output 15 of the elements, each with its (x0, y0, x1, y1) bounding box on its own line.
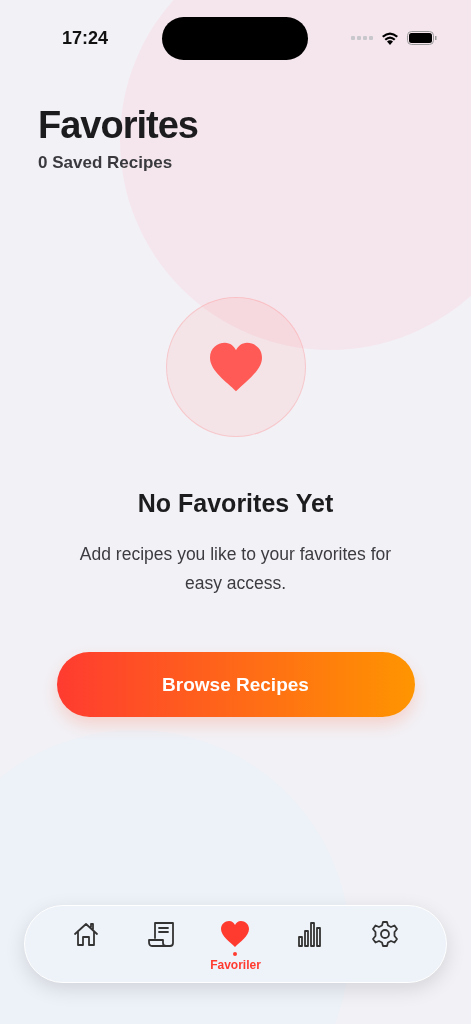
signal-icon (351, 36, 373, 40)
bar-chart-icon (297, 920, 324, 948)
tab-item[interactable]: Favoriler (207, 906, 264, 972)
status-time: 17:24 (62, 27, 110, 49)
page-title: Favorites (38, 104, 199, 147)
empty-title: No Favorites Yet (137, 489, 334, 518)
settings-icon (370, 920, 399, 948)
scroll-icon (146, 920, 175, 948)
saved-count: 0 Saved Recipes (38, 153, 174, 173)
home-icon (72, 920, 101, 948)
heart-icon (220, 920, 251, 948)
battery-icon (407, 31, 437, 45)
browse-recipes-button[interactable]: Browse Recipes (56, 652, 415, 717)
wifi-icon (381, 31, 399, 45)
empty-message: Add recipes you like to your favorites for easy access. (78, 543, 393, 595)
